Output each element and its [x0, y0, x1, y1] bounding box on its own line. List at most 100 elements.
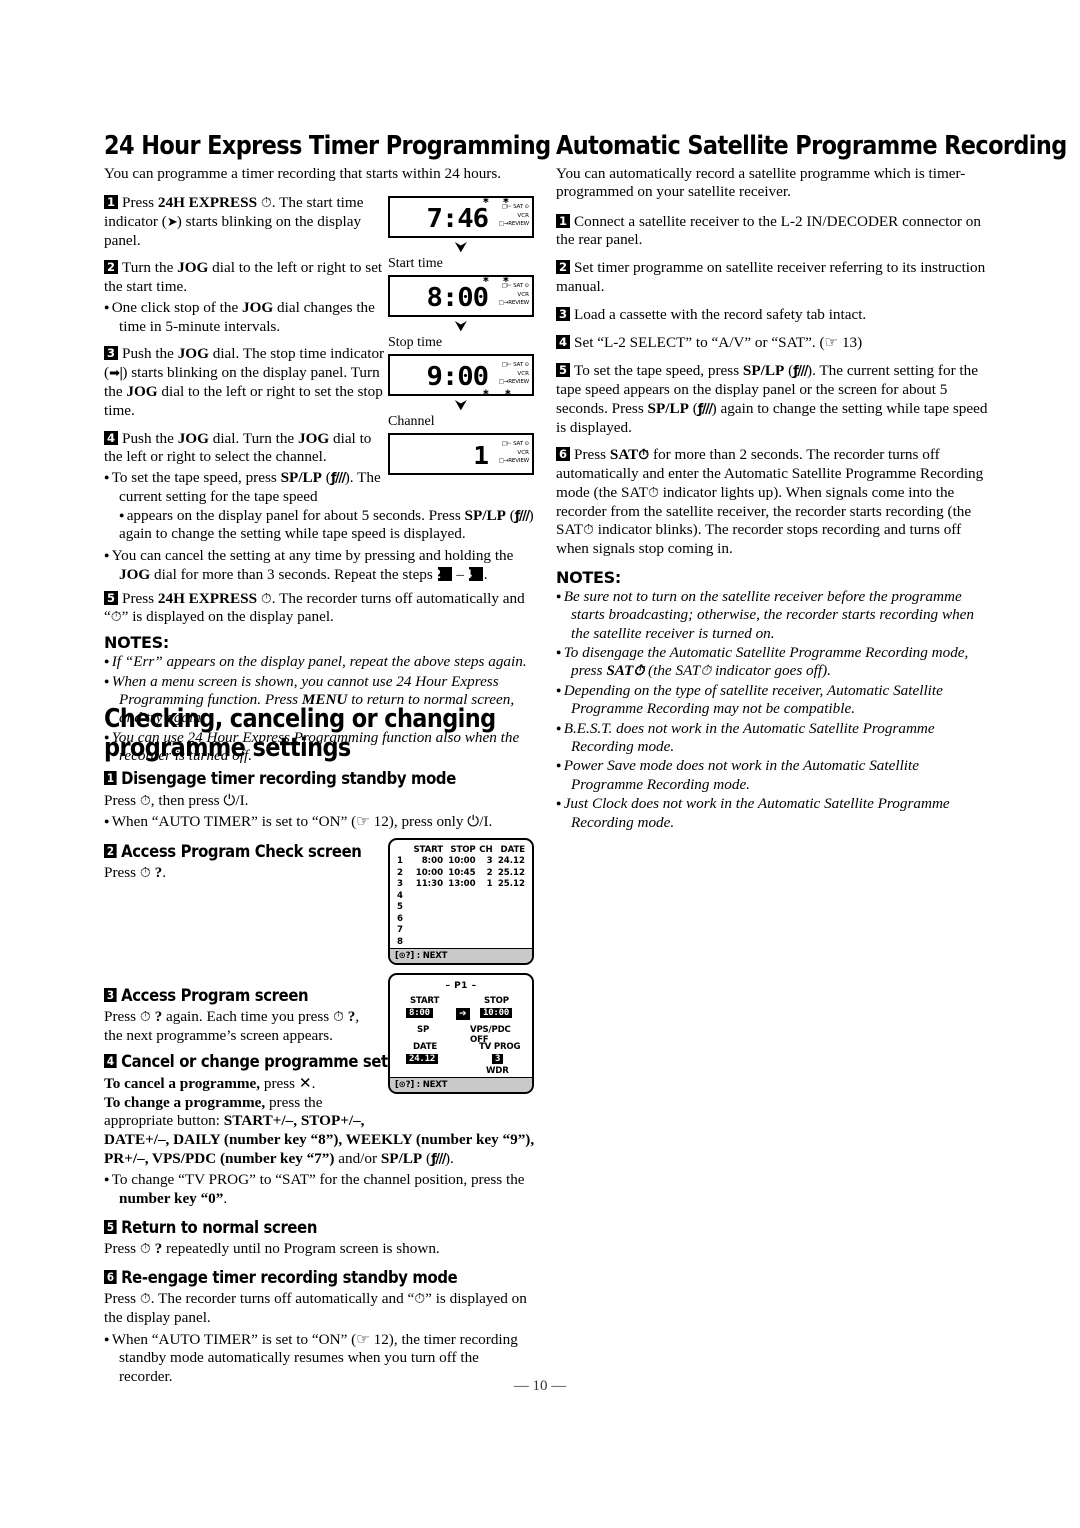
- arrow-icon: ➔: [456, 1008, 470, 1020]
- lcd-value: 1: [473, 441, 489, 470]
- substep-1-body: Press ⏱, then press ⏻/I.: [104, 791, 249, 810]
- note-item: If “Err” appears on the display panel, r…: [104, 653, 536, 671]
- lcd-display-start-time: ∗ ∗ 7:46 □⊢ SAT ⊙ VCR □→REVIEW: [388, 196, 534, 238]
- program-check-footer[interactable]: [⊙?] : NEXT: [390, 948, 532, 963]
- cell-ch: 3: [486, 856, 493, 866]
- cell-start: 11:30: [415, 879, 444, 889]
- section-heading-satellite: Automatic Satellite Programme Recording: [556, 131, 1067, 161]
- table-row[interactable]: 3 11:30 13:00 1 25.12: [396, 879, 526, 891]
- substep-title-3: Access Program screen: [121, 986, 309, 1006]
- sp-lp-icon: ƒ///: [514, 508, 530, 524]
- table-row[interactable]: 1 8:00 10:00 3 24.12: [396, 856, 526, 868]
- start-label: START: [410, 996, 440, 1006]
- cell-start: 10:00: [415, 867, 444, 878]
- cell-ch: 2: [486, 867, 493, 878]
- table-header-row: START STOP CH DATE: [396, 845, 526, 856]
- step-number-5: 5: [104, 590, 118, 605]
- sat-step-3-text: Load a cassette with the record safety t…: [574, 305, 867, 323]
- substep-4-change-cont: DATE+/–, DAILY (number key “8”), WEEKLY …: [104, 1131, 535, 1167]
- cancel-x-icon: ✕: [298, 1073, 312, 1092]
- lcd-display-channel: 1 □⊢ SAT ⊙ VCR □→REVIEW: [388, 433, 534, 475]
- table-row[interactable]: 5: [396, 902, 526, 914]
- step-2-bullet: One click stop of the JOG dial changes t…: [104, 299, 394, 337]
- row-index: 3: [397, 879, 403, 889]
- sat-step-1: 1 Connect a satellite receiver to the L-2…: [556, 213, 988, 251]
- power-icon: ⏻: [223, 791, 236, 810]
- cell-ch: [477, 925, 494, 937]
- cell-stop: [444, 925, 477, 937]
- clock-icon: ⏱: [110, 609, 122, 626]
- clock-icon: ⏱: [139, 864, 151, 881]
- substep-3-body: Press ⏱ ? again. Each time you press ⏱ ?…: [104, 1008, 360, 1045]
- substep-number-6: 6: [104, 1270, 117, 1285]
- step-number-2: 2: [556, 260, 570, 275]
- step-number-4: 4: [104, 430, 118, 445]
- power-icon: ⏻: [467, 811, 480, 830]
- tv-prog-label: TV PROG: [479, 1042, 521, 1052]
- program-screen-title: – P1 –: [445, 981, 477, 991]
- table-row[interactable]: 7: [396, 925, 526, 937]
- table-row[interactable]: 2 10:00 10:45 2 25.12: [396, 868, 526, 880]
- lcd-display-stop-time: ∗ ∗ 8:00 □⊢ SAT ⊙ VCR □→REVIEW: [388, 275, 534, 317]
- col-stop: STOP: [450, 845, 476, 855]
- clock-icon: ⏱: [333, 1009, 344, 1026]
- note-item: Just Clock does not work in the Automati…: [556, 795, 988, 832]
- start-value[interactable]: 8:00: [406, 1008, 433, 1018]
- clock-icon: ⏱: [700, 663, 712, 680]
- clock-icon: ⏱: [414, 1291, 426, 1308]
- step-4-bullet-1: To set the tape speed, press SP/LP (ƒ///…: [104, 469, 394, 507]
- program-check-screen: START STOP CH DATE 1 8:00 10:00 3 24.12 …: [388, 838, 534, 965]
- cell-date: 24.12: [497, 856, 525, 866]
- cell-ch: [477, 891, 494, 903]
- tv-prog-value[interactable]: 3: [492, 1054, 504, 1064]
- clock-icon: ⏱: [139, 1291, 151, 1308]
- sp-lp-icon: ƒ///: [793, 364, 808, 380]
- lcd-ind-vcr: VCR: [517, 291, 529, 298]
- sat-step-2: 2 Set timer programme on satellite receiv…: [556, 259, 988, 297]
- program-check-table: START STOP CH DATE 1 8:00 10:00 3 24.12 …: [396, 845, 526, 948]
- down-arrow-icon: ⮟: [454, 317, 468, 335]
- col-start: START: [413, 845, 444, 855]
- stop-time-indicator-icon: ➡|: [109, 366, 123, 382]
- lcd-caption-stop-time: Stop time: [388, 335, 443, 350]
- sat-step-1-text: Connect a satellite receiver to the L-2 …: [556, 212, 981, 249]
- step-4-bullet-2: You can cancel the setting at any time b…: [104, 547, 536, 585]
- col-index: [396, 845, 409, 856]
- sat-step-2-text: Set timer programme on satellite receive…: [556, 259, 986, 295]
- stop-label: STOP: [484, 996, 509, 1006]
- cell-date: [494, 937, 526, 949]
- lcd-ind-review: □→REVIEW: [498, 379, 530, 385]
- sp-lp-icon: ƒ///: [330, 471, 346, 487]
- reference-hand-icon: ☞: [824, 333, 839, 352]
- step-ref-2: 2: [433, 566, 452, 581]
- lcd-ind-vcr: VCR: [517, 370, 529, 377]
- date-value[interactable]: 24.12: [406, 1054, 439, 1064]
- program-check-body: START STOP CH DATE 1 8:00 10:00 3 24.12 …: [390, 840, 532, 948]
- table-row[interactable]: 8: [396, 937, 526, 949]
- step-2: 2 Turn the JOG dial to the left or right …: [104, 259, 383, 296]
- note-item: B.E.S.T. does not work in the Automatic …: [556, 720, 988, 757]
- lcd-ind-vcr: VCR: [517, 449, 529, 456]
- substep-number-4: 4: [104, 1053, 117, 1068]
- stop-value[interactable]: 10:00: [480, 1008, 513, 1018]
- down-arrow-icon: ⮟: [454, 396, 468, 414]
- tape-speed[interactable]: SP: [417, 1025, 429, 1035]
- section-lead-24h-express: You can programme a timer recording that…: [104, 164, 502, 182]
- lcd-ind-review: □→REVIEW: [498, 221, 530, 227]
- program-screen-footer[interactable]: [⊙?] : NEXT: [390, 1077, 532, 1092]
- notes-heading-right: NOTES:: [556, 567, 621, 587]
- cell-date: 25.12: [497, 867, 525, 878]
- table-row[interactable]: 4: [396, 891, 526, 903]
- cell-stop: 10:45: [448, 867, 476, 878]
- table-row[interactable]: 6: [396, 914, 526, 926]
- clock-icon: ⏱: [139, 1241, 151, 1258]
- substep-title-5: Return to normal screen: [121, 1218, 318, 1238]
- cell-start: [409, 891, 444, 903]
- step-number-1: 1: [556, 213, 570, 228]
- lcd-indicators: □⊢ SAT ⊙ VCR □→REVIEW: [498, 203, 530, 229]
- clock-icon: ⏱: [638, 447, 650, 464]
- lcd-value: 7:46: [426, 204, 489, 234]
- row-index: 7: [397, 925, 403, 935]
- sat-step-3: 3 Load a cassette with the record safety …: [556, 306, 988, 325]
- cell-ch: 1: [486, 879, 493, 889]
